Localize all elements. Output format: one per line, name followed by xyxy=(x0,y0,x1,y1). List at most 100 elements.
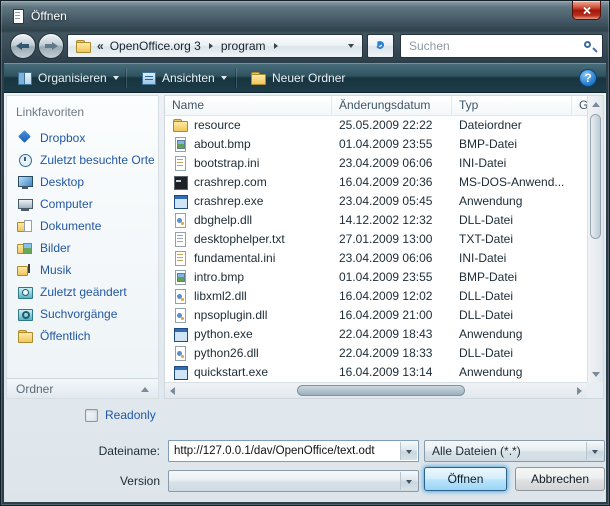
close-button[interactable] xyxy=(572,1,601,20)
filename-combobox[interactable] xyxy=(168,440,419,462)
sidebar-item-searches[interactable]: Suchvorgänge xyxy=(7,303,158,325)
scroll-left-button[interactable] xyxy=(165,383,181,399)
breadcrumb-history-caret-icon[interactable] xyxy=(348,44,354,48)
search-box[interactable] xyxy=(400,34,603,58)
documents-icon xyxy=(17,218,33,234)
breadcrumb[interactable]: « OpenOffice.org 3 program xyxy=(67,34,363,58)
file-name: crashrep.com xyxy=(194,173,330,192)
scroll-right-button[interactable] xyxy=(571,383,587,399)
breadcrumb-overflow-chevron[interactable]: « xyxy=(97,39,104,53)
file-type: Dateiordner xyxy=(459,116,571,135)
vertical-scrollbar[interactable] xyxy=(587,96,603,382)
filetype-dropdown-button[interactable] xyxy=(586,442,603,460)
new-folder-label: Neuer Ordner xyxy=(272,71,345,85)
horizontal-scroll-thumb[interactable] xyxy=(297,385,465,396)
breadcrumb-chevron-icon[interactable] xyxy=(209,43,213,49)
readonly-option[interactable]: Readonly xyxy=(85,408,156,422)
file-date: 16.04.2009 12:02 xyxy=(339,287,432,306)
filetype-combobox[interactable]: Alle Dateien (*.*) xyxy=(424,440,605,462)
sidebar-item-music[interactable]: Musik xyxy=(7,259,158,281)
sidebar-item-documents[interactable]: Dokumente xyxy=(7,215,158,237)
txt-file-icon xyxy=(172,231,188,247)
search-input[interactable] xyxy=(403,37,573,55)
filename-input[interactable] xyxy=(170,442,398,460)
sidebar-item-label: Computer xyxy=(40,197,93,211)
organize-label: Organisieren xyxy=(38,71,107,85)
recently-changed-icon xyxy=(17,284,33,300)
sidebar-item-public[interactable]: Öffentlich xyxy=(7,325,158,347)
open-file-dialog: Öffnen « OpenOffice.org 3 program Organi… xyxy=(0,0,610,506)
file-row[interactable]: bootstrap.ini23.04.2009 06:06INI-Datei xyxy=(165,154,587,173)
sidebar-item-computer[interactable]: Computer xyxy=(7,193,158,215)
filename-dropdown-button[interactable] xyxy=(400,442,417,460)
favorites-header: Linkfavoriten xyxy=(7,96,158,127)
file-type: Anwendung xyxy=(459,192,571,211)
file-row[interactable]: about.bmp01.04.2009 23:55BMP-Datei xyxy=(165,135,587,154)
refresh-button[interactable] xyxy=(367,34,394,58)
recent-places-icon xyxy=(17,152,33,168)
breadcrumb-item[interactable]: OpenOffice.org 3 xyxy=(107,39,204,53)
triangle-left-icon xyxy=(170,387,175,395)
file-row[interactable]: fundamental.ini23.04.2009 06:06INI-Datei xyxy=(165,249,587,268)
file-row[interactable]: python.exe22.04.2009 18:43Anwendung xyxy=(165,325,587,344)
folder-icon xyxy=(75,38,91,54)
file-type: DLL-Datei xyxy=(459,211,571,230)
sidebar-item-label: Öffentlich xyxy=(40,329,90,343)
folders-expander[interactable]: Ordner xyxy=(7,378,158,398)
column-header-type[interactable]: Typ xyxy=(452,96,572,116)
new-folder-icon xyxy=(250,70,266,86)
version-dropdown-button[interactable] xyxy=(400,472,417,490)
views-button[interactable]: Ansichten xyxy=(132,66,235,90)
file-name: python26.dll xyxy=(194,344,330,363)
file-row[interactable]: dbghelp.dll14.12.2002 12:32DLL-Datei xyxy=(165,211,587,230)
file-row[interactable]: npsoplugin.dll16.04.2009 21:00DLL-Datei xyxy=(165,306,587,325)
organize-button[interactable]: Organisieren xyxy=(8,66,127,90)
file-date: 14.12.2002 12:32 xyxy=(339,211,432,230)
file-type: BMP-Datei xyxy=(459,135,571,154)
cancel-button[interactable]: Abbrechen xyxy=(515,467,605,491)
sidebar-item-recent-places[interactable]: Zuletzt besuchte Orte xyxy=(7,149,158,171)
file-rows: resource25.05.2009 22:22Dateiordner abou… xyxy=(165,116,587,382)
sidebar-item-desktop[interactable]: Desktop xyxy=(7,171,158,193)
scroll-up-button[interactable] xyxy=(588,96,604,112)
horizontal-scrollbar[interactable] xyxy=(165,382,587,398)
sidebar-item-label: Suchvorgänge xyxy=(40,307,117,321)
file-name: npsoplugin.dll xyxy=(194,306,330,325)
file-row[interactable]: python26.dll22.04.2009 18:33DLL-Datei xyxy=(165,344,587,363)
column-header-date[interactable]: Änderungsdatum xyxy=(332,96,452,116)
file-row[interactable]: crashrep.com16.04.2009 20:36MS-DOS-Anwen… xyxy=(165,173,587,192)
readonly-checkbox[interactable] xyxy=(85,409,98,422)
dll-file-icon xyxy=(172,307,188,323)
column-header-row: Name Änderungsdatum Typ G xyxy=(165,96,603,116)
scroll-down-button[interactable] xyxy=(588,366,604,382)
sidebar-item-dropbox[interactable]: Dropbox xyxy=(7,127,158,149)
breadcrumb-chevron-icon[interactable] xyxy=(274,43,278,49)
vertical-scroll-thumb[interactable] xyxy=(590,114,601,239)
file-date: 22.04.2009 18:43 xyxy=(339,325,432,344)
sidebar-item-pictures[interactable]: Bilder xyxy=(7,237,158,259)
column-header-name[interactable]: Name xyxy=(165,96,332,116)
file-date: 27.01.2009 13:00 xyxy=(339,230,432,249)
views-icon xyxy=(140,70,156,86)
file-row[interactable]: libxml2.dll16.04.2009 12:02DLL-Datei xyxy=(165,287,587,306)
pictures-icon xyxy=(17,240,33,256)
forward-button[interactable] xyxy=(38,33,64,59)
file-type: TXT-Datei xyxy=(459,230,571,249)
titlebar: Öffnen xyxy=(1,1,609,31)
readonly-label: Readonly xyxy=(105,408,156,422)
file-row[interactable]: desktophelper.txt27.01.2009 13:00TXT-Dat… xyxy=(165,230,587,249)
command-toolbar: Organisieren Ansichten Neuer Ordner ? xyxy=(4,63,606,93)
new-folder-button[interactable]: Neuer Ordner xyxy=(242,66,353,90)
file-row[interactable]: crashrep.exe23.04.2009 05:45Anwendung xyxy=(165,192,587,211)
file-row[interactable]: resource25.05.2009 22:22Dateiordner xyxy=(165,116,587,135)
version-combobox[interactable] xyxy=(168,470,419,492)
back-button[interactable] xyxy=(10,33,36,59)
dropbox-icon xyxy=(17,130,33,146)
file-row[interactable]: quickstart.exe16.04.2009 13:14Anwendung xyxy=(165,363,587,382)
open-button[interactable]: Öffnen xyxy=(424,467,507,491)
file-type: INI-Datei xyxy=(459,154,571,173)
help-button[interactable]: ? xyxy=(579,69,597,87)
file-row[interactable]: intro.bmp01.04.2009 23:55BMP-Datei xyxy=(165,268,587,287)
sidebar-item-recently-changed[interactable]: Zuletzt geändert xyxy=(7,281,158,303)
breadcrumb-item[interactable]: program xyxy=(218,39,269,53)
